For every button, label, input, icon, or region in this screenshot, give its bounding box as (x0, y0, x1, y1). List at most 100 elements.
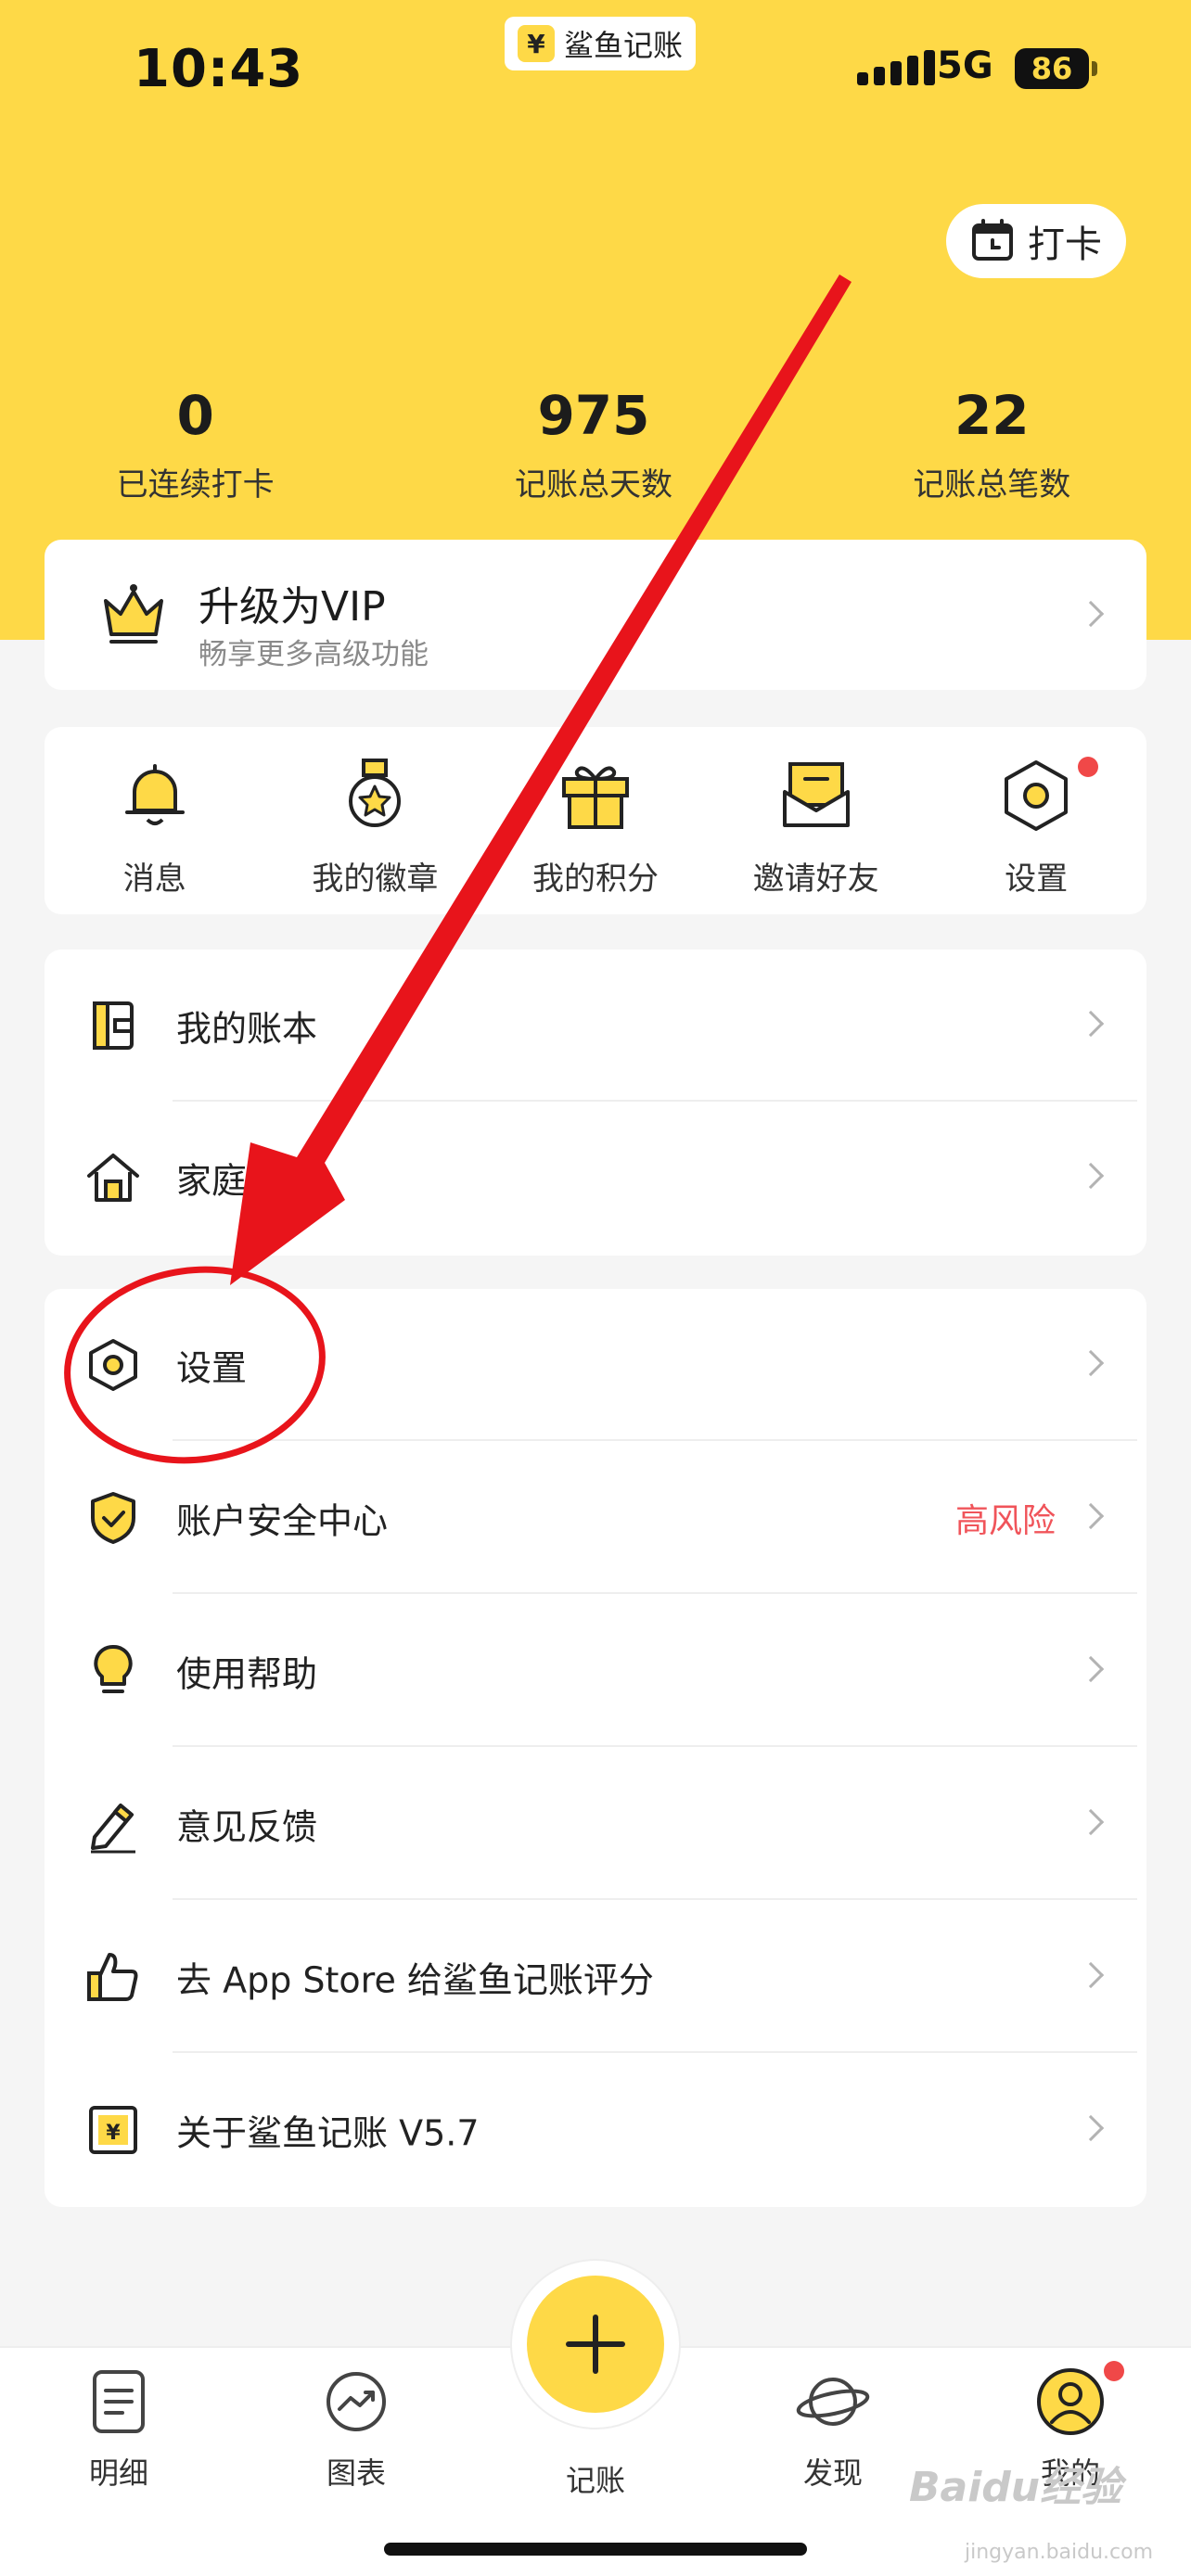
list-doc-icon (93, 2370, 145, 2433)
notification-dot (1104, 2361, 1124, 2381)
stat-label: 记账总天数 (514, 466, 672, 504)
hexagon-settings-icon (89, 1339, 137, 1391)
row-label: 我的账本 (176, 1008, 318, 1050)
list-item-my-books[interactable]: 我的账本 (45, 950, 1146, 1102)
crown-icon (104, 584, 163, 644)
settings-list-card: 设置 账户安全中心 高风险 使用帮助 意见反馈 去 App Store 给鲨鱼记… (45, 1289, 1146, 2207)
hexagon-settings-icon (1005, 760, 1069, 831)
quick-action-messages[interactable]: 消息 (45, 727, 265, 914)
quick-actions-card: 消息 我的徽章 我的积分 邀请好友 设置 (45, 727, 1146, 914)
quick-action-settings[interactable]: 设置 (926, 727, 1146, 914)
user-icon (1037, 2368, 1104, 2435)
shield-check-icon (91, 1492, 135, 1544)
gift-icon (561, 766, 629, 829)
vip-upgrade-card[interactable]: 升级为VIP 畅享更多高级功能 (45, 540, 1146, 690)
chevron-right-icon (1077, 1162, 1105, 1190)
checkin-button[interactable]: 打卡 (946, 204, 1126, 278)
divider (173, 2051, 1137, 2053)
baidu-watermark: Baidu经验 (909, 2464, 1122, 2511)
divider (173, 1439, 1137, 1441)
quick-action-invite[interactable]: 邀请好友 (706, 727, 927, 914)
chevron-right-icon (1077, 1961, 1105, 1989)
pencil-icon (91, 1804, 135, 1854)
divider (173, 1745, 1137, 1747)
bell-icon (124, 764, 185, 825)
tab-details[interactable]: 明细 (54, 2365, 184, 2493)
list-item-feedback[interactable]: 意见反馈 (45, 1748, 1146, 1900)
yen-app-icon: ¥ (518, 25, 555, 62)
chevron-right-icon (1077, 1808, 1105, 1836)
list-item-family-bill[interactable]: 家庭账单 (45, 1102, 1146, 1254)
baidu-watermark-url: jingyan.baidu.com (965, 2541, 1154, 2564)
quick-action-label: 我的徽章 (312, 861, 439, 898)
vip-subtitle: 畅享更多高级功能 (198, 638, 429, 671)
stat-value: 22 (954, 384, 1030, 447)
notification-dot (1078, 757, 1099, 777)
list-item-about[interactable]: ¥ 关于鲨鱼记账 V5.7 (45, 2054, 1146, 2206)
home-indicator (384, 2543, 807, 2556)
app-origin-label: 鲨鱼记账 (564, 28, 684, 63)
tab-label: 记账 (565, 2463, 625, 2498)
stat-total-days: 975 记账总天数 (394, 376, 792, 504)
quick-action-label: 设置 (1005, 861, 1069, 898)
list-item-security-center[interactable]: 账户安全中心 高风险 (45, 1442, 1146, 1594)
battery-level: 86 (1031, 51, 1073, 86)
stat-value: 0 (176, 384, 214, 447)
calendar-clock-icon (972, 219, 1013, 261)
plus-icon (566, 2315, 625, 2374)
envelope-icon (782, 762, 850, 827)
tab-label: 明细 (88, 2455, 148, 2491)
stat-label: 记账总笔数 (913, 466, 1071, 504)
quick-action-points[interactable]: 我的积分 (485, 727, 706, 914)
chevron-right-icon (1077, 600, 1105, 628)
planet-icon (796, 2378, 870, 2426)
stats-row: 0 已连续打卡 975 记账总天数 22 记账总笔数 (0, 376, 1191, 504)
stat-label: 已连续打卡 (116, 466, 275, 504)
tab-charts[interactable]: 图表 (291, 2365, 421, 2493)
house-icon (87, 1154, 139, 1202)
stat-total-entries: 22 记账总笔数 (793, 376, 1191, 504)
thumbs-up-icon (87, 1953, 138, 2001)
tab-record[interactable]: 记账 (531, 2457, 660, 2500)
chevron-right-icon (1077, 2114, 1105, 2142)
tab-discover[interactable]: 发现 (768, 2365, 898, 2493)
svg-text:¥: ¥ (106, 2122, 121, 2145)
row-label: 使用帮助 (176, 1653, 318, 1695)
network-type: 5G (937, 45, 993, 87)
list-item-rate-app[interactable]: 去 App Store 给鲨鱼记账评分 (45, 1901, 1146, 2053)
quick-action-badges[interactable]: 我的徽章 (265, 727, 486, 914)
yen-box-icon: ¥ (89, 2106, 137, 2154)
app-origin-badge[interactable]: ¥ 鲨鱼记账 (505, 17, 697, 70)
quick-action-label: 消息 (122, 861, 186, 898)
status-time: 10:43 (134, 39, 304, 99)
lightbulb-icon (94, 1644, 133, 1693)
stat-streak: 0 已连续打卡 (0, 376, 394, 504)
stat-value: 975 (537, 384, 650, 447)
tab-label: 图表 (326, 2455, 386, 2491)
quick-action-label: 我的积分 (531, 861, 659, 898)
book-list-card: 我的账本 家庭账单 (45, 950, 1146, 1256)
row-label: 意见反馈 (176, 1806, 318, 1848)
row-label: 去 App Store 给鲨鱼记账评分 (176, 1959, 654, 2001)
chart-trend-icon (327, 2372, 386, 2431)
vip-title: 升级为VIP (198, 583, 386, 631)
divider (173, 1592, 1137, 1594)
cellular-signal-icon (857, 50, 935, 85)
row-label: 账户安全中心 (176, 1500, 389, 1542)
list-item-settings[interactable]: 设置 (45, 1289, 1146, 1441)
add-record-button[interactable] (527, 2276, 664, 2413)
list-item-help[interactable]: 使用帮助 (45, 1595, 1146, 1747)
row-label: 设置 (176, 1347, 248, 1389)
quick-action-label: 邀请好友 (752, 861, 879, 898)
chevron-right-icon (1077, 1655, 1105, 1683)
tab-label: 发现 (802, 2455, 863, 2491)
risk-status: 高风险 (954, 1502, 1056, 1540)
row-label: 家庭账单 (176, 1160, 318, 1202)
chevron-right-icon (1077, 1502, 1105, 1530)
battery-icon: 86 (1015, 48, 1097, 89)
medal-icon (349, 759, 402, 827)
chevron-right-icon (1077, 1349, 1105, 1377)
chevron-right-icon (1077, 1010, 1105, 1038)
divider (173, 1898, 1137, 1900)
wallet-icon (93, 1001, 134, 1050)
